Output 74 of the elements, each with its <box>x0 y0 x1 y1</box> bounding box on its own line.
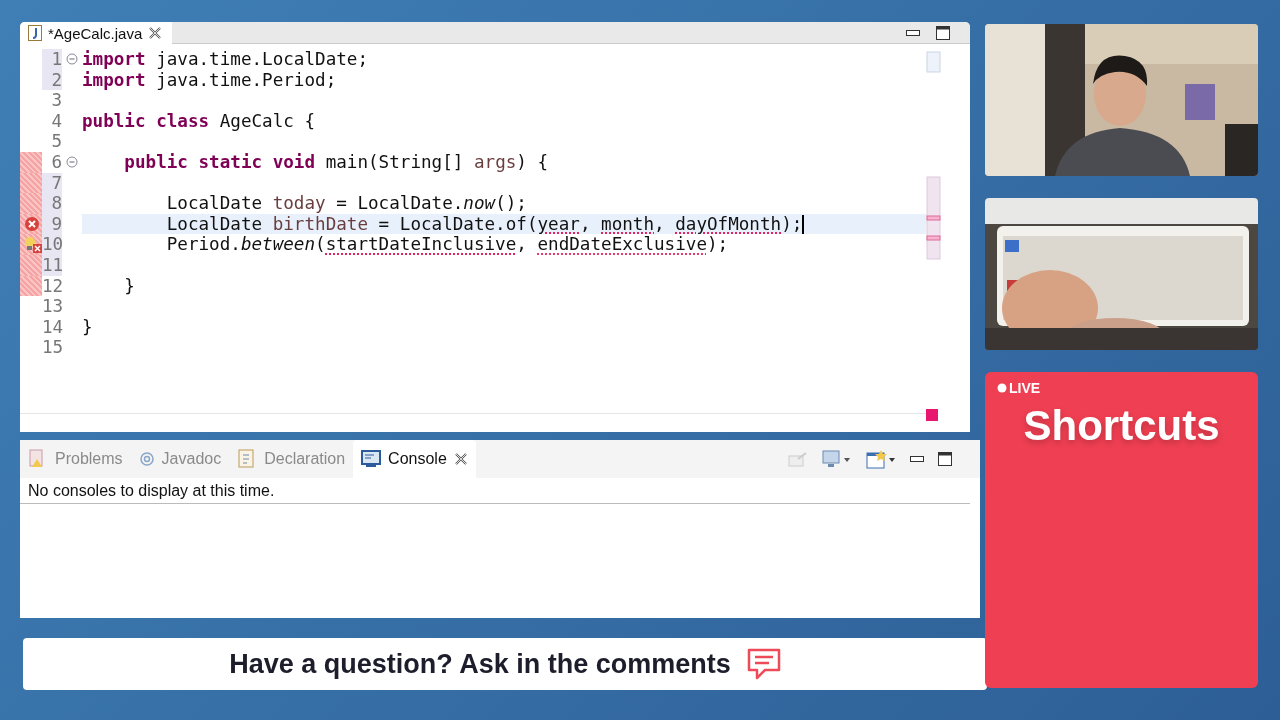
code-text: } <box>123 275 135 296</box>
maximize-icon[interactable] <box>936 25 950 40</box>
minimize-icon[interactable] <box>906 29 920 36</box>
code-text: java.time.Period; <box>155 69 337 90</box>
code-text: LocalDate <box>165 193 264 214</box>
line-number: 14 <box>42 316 62 338</box>
java-file-icon <box>28 25 42 41</box>
code-text: ) { <box>516 151 549 172</box>
code-text: ( <box>315 234 326 255</box>
panel-tab[interactable]: Problems <box>20 440 131 478</box>
code-text: } <box>82 316 93 337</box>
live-dot-icon <box>997 383 1007 393</box>
live-label: LIVE <box>1009 380 1041 396</box>
line-number: 15 <box>42 337 62 358</box>
chat-bubble-icon <box>746 648 781 680</box>
code-text: java.time.LocalDate; <box>155 49 368 69</box>
keyword: public <box>123 151 188 172</box>
code-text: , <box>516 234 528 255</box>
code-text: ); <box>707 234 729 255</box>
line-number: 4 <box>50 110 62 132</box>
error-identifier: endDateExclusive <box>537 234 707 255</box>
code-text: , <box>579 213 592 234</box>
comment-prompt: Have a question? Ask in the comments <box>229 648 731 680</box>
line-number: 13 <box>42 296 62 317</box>
code-text: , <box>654 213 666 234</box>
keyword: class <box>155 110 210 131</box>
variable-name: today <box>272 193 326 214</box>
line-number: 6 <box>50 151 62 173</box>
variable-name: birthDate <box>272 213 368 234</box>
error-identifier: year <box>537 213 580 234</box>
minimize-icon[interactable] <box>910 456 924 462</box>
display-console-icon[interactable] <box>822 450 852 468</box>
editor-tab[interactable]: *AgeCalc.java <box>20 22 173 44</box>
code-text: = LocalDate. <box>335 193 464 214</box>
code-text: ); <box>781 213 803 234</box>
line-number: 10 <box>42 234 62 255</box>
keyword: void <box>271 151 316 172</box>
error-identifier: startDateInclusive <box>325 234 517 255</box>
code-text: LocalDate <box>165 213 264 234</box>
console-icon <box>361 450 382 468</box>
panel-tab[interactable]: Javadoc <box>130 440 230 478</box>
line-number: 8 <box>42 193 62 214</box>
stream-title: Shortcuts <box>1022 402 1221 450</box>
line-number: 12 <box>42 275 62 297</box>
variable-name: args <box>473 151 517 172</box>
error-identifier: month <box>601 213 655 234</box>
error-identifier: dayOfMonth <box>675 213 782 234</box>
code-text: (); <box>495 193 527 214</box>
code-text: Period. <box>165 234 241 255</box>
console-message: No consoles to display at this time. <box>20 478 970 504</box>
line-number: 11 <box>42 254 62 276</box>
method-name: now <box>463 193 496 214</box>
method-name: between <box>240 234 316 255</box>
line-number: 2 <box>42 69 62 91</box>
line-number: 3 <box>50 90 62 111</box>
line-number: 9 <box>42 213 62 235</box>
at-sign-icon <box>138 451 155 467</box>
panel-tab[interactable]: Declaration <box>229 440 354 478</box>
new-console-icon[interactable] <box>866 449 896 469</box>
code-text: = LocalDate.of( <box>377 213 538 234</box>
line-number: 5 <box>50 131 62 152</box>
close-icon[interactable] <box>453 452 468 466</box>
close-icon[interactable] <box>148 26 163 40</box>
line-number: 7 <box>42 172 62 194</box>
code-text: main(String[] <box>324 151 465 172</box>
keyword: import <box>82 69 146 90</box>
keyword: static <box>197 151 263 172</box>
line-number: 1 <box>42 49 62 70</box>
code-text: AgeCalc { <box>218 110 316 131</box>
error-indicator-icon <box>926 409 938 421</box>
keyword: public <box>82 110 146 131</box>
maximize-icon[interactable] <box>938 452 952 466</box>
keyword: import <box>82 49 146 69</box>
panel-tab[interactable]: Console <box>353 440 476 478</box>
